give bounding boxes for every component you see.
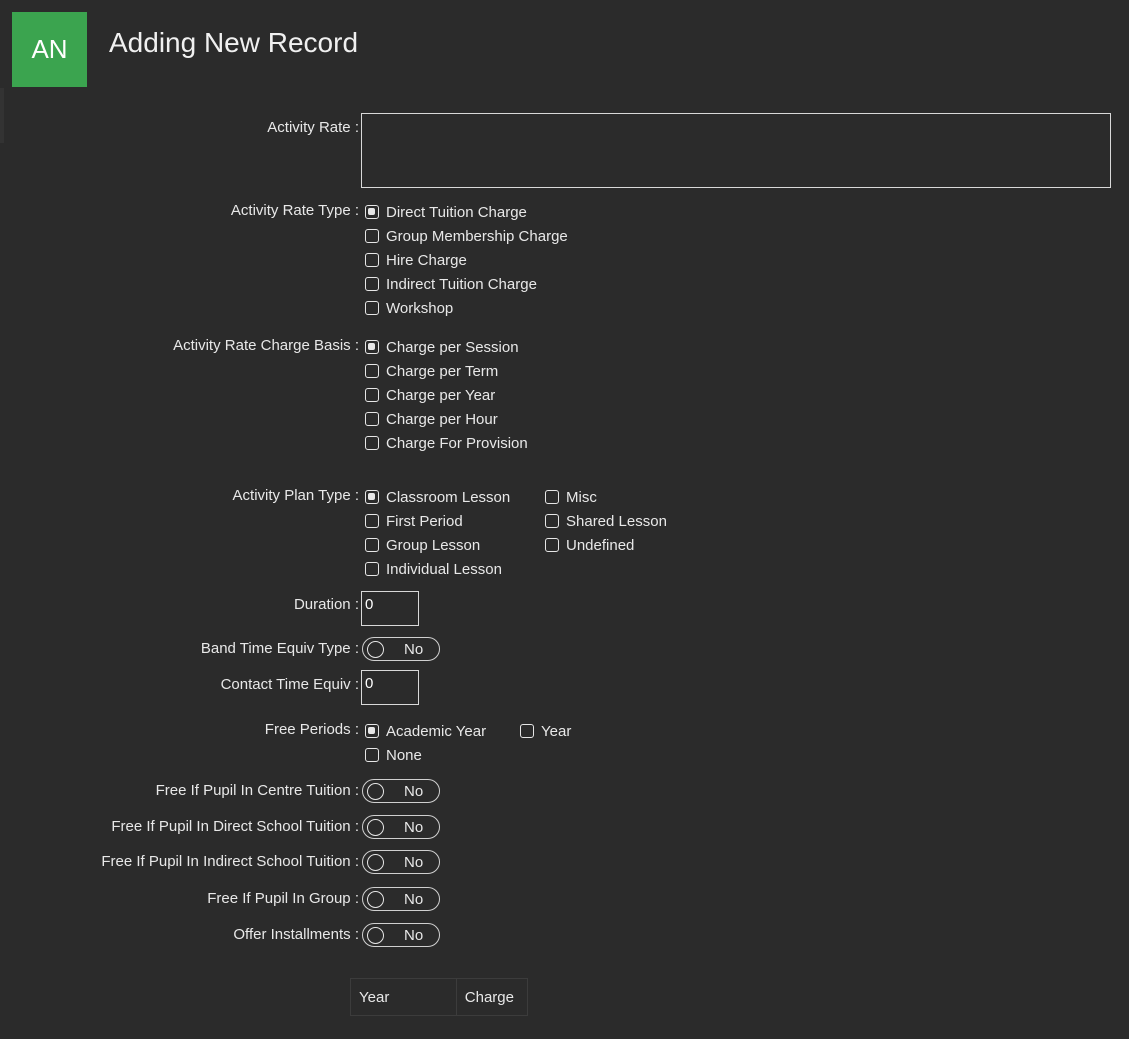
checkbox-icon bbox=[365, 748, 379, 762]
installments-toggle[interactable]: No bbox=[362, 923, 440, 947]
installments-label: Offer Installments : bbox=[233, 926, 359, 943]
checkbox-icon bbox=[365, 205, 379, 219]
toggle-knob-icon bbox=[367, 640, 384, 658]
plan-type-label: Activity Plan Type : bbox=[232, 487, 359, 504]
checkbox-icon bbox=[545, 514, 559, 528]
duration-input[interactable]: 0 bbox=[361, 591, 419, 626]
toggle-knob-icon bbox=[367, 853, 384, 871]
avatar: AN bbox=[12, 12, 87, 87]
charge-basis-label: Activity Rate Charge Basis : bbox=[173, 337, 359, 354]
charge-basis-option[interactable]: Charge For Provision bbox=[365, 432, 528, 454]
toggle-knob-icon bbox=[367, 782, 384, 800]
checkbox-icon bbox=[365, 253, 379, 267]
free-group-label: Free If Pupil In Group : bbox=[207, 890, 359, 907]
band-time-toggle[interactable]: No bbox=[362, 637, 440, 661]
free-periods-option[interactable]: Year bbox=[520, 720, 571, 742]
plan-type-option[interactable]: First Period bbox=[365, 510, 463, 532]
rate-type-label: Activity Rate Type : bbox=[230, 202, 359, 219]
installments-grid: Year Charge bbox=[350, 978, 528, 1016]
band-time-label: Band Time Equiv Type : bbox=[200, 640, 359, 657]
plan-type-option[interactable]: Group Lesson bbox=[365, 534, 480, 556]
checkbox-icon bbox=[365, 340, 379, 354]
checkbox-icon bbox=[365, 388, 379, 402]
free-centre-label: Free If Pupil In Centre Tuition : bbox=[155, 782, 359, 799]
free-group-toggle[interactable]: No bbox=[362, 887, 440, 911]
free-periods-label: Free Periods : bbox=[264, 721, 359, 738]
checkbox-icon bbox=[365, 436, 379, 450]
contact-time-input[interactable]: 0 bbox=[361, 670, 419, 705]
plan-type-option[interactable]: Shared Lesson bbox=[545, 510, 667, 532]
checkbox-icon bbox=[365, 724, 379, 738]
checkbox-icon bbox=[365, 514, 379, 528]
free-direct-label: Free If Pupil In Direct School Tuition : bbox=[111, 818, 359, 835]
toggle-knob-icon bbox=[367, 890, 384, 908]
checkbox-icon bbox=[545, 490, 559, 504]
checkbox-icon bbox=[365, 301, 379, 315]
plan-type-option[interactable]: Classroom Lesson bbox=[365, 486, 510, 508]
free-direct-toggle[interactable]: No bbox=[362, 815, 440, 839]
checkbox-icon bbox=[365, 277, 379, 291]
checkbox-icon bbox=[365, 229, 379, 243]
grid-header-year[interactable]: Year bbox=[351, 979, 457, 1015]
checkbox-icon bbox=[520, 724, 534, 738]
checkbox-icon bbox=[365, 490, 379, 504]
sidebar-edge bbox=[0, 88, 4, 143]
charge-basis-option[interactable]: Charge per Hour bbox=[365, 408, 498, 430]
rate-type-option[interactable]: Workshop bbox=[365, 297, 453, 319]
rate-type-option[interactable]: Group Membership Charge bbox=[365, 225, 568, 247]
checkbox-icon bbox=[545, 538, 559, 552]
free-indirect-label: Free If Pupil In Indirect School Tuition… bbox=[101, 853, 359, 870]
contact-time-label: Contact Time Equiv : bbox=[220, 676, 359, 693]
page-title: Adding New Record bbox=[109, 27, 359, 58]
checkbox-icon bbox=[365, 364, 379, 378]
charge-basis-option[interactable]: Charge per Year bbox=[365, 384, 495, 406]
checkbox-icon bbox=[365, 562, 379, 576]
rate-type-option[interactable]: Hire Charge bbox=[365, 249, 467, 271]
rate-type-option[interactable]: Direct Tuition Charge bbox=[365, 201, 527, 223]
charge-basis-option[interactable]: Charge per Term bbox=[365, 360, 498, 382]
activity-rate-input[interactable] bbox=[361, 113, 1111, 188]
plan-type-option[interactable]: Individual Lesson bbox=[365, 558, 502, 580]
rate-type-option[interactable]: Indirect Tuition Charge bbox=[365, 273, 537, 295]
grid-header-charge[interactable]: Charge bbox=[457, 979, 527, 1015]
checkbox-icon bbox=[365, 538, 379, 552]
free-centre-toggle[interactable]: No bbox=[362, 779, 440, 803]
toggle-knob-icon bbox=[367, 818, 384, 836]
plan-type-option[interactable]: Misc bbox=[545, 486, 597, 508]
activity-rate-label: Activity Rate : bbox=[267, 119, 359, 136]
toggle-knob-icon bbox=[367, 926, 384, 944]
checkbox-icon bbox=[365, 412, 379, 426]
free-periods-option[interactable]: Academic Year bbox=[365, 720, 486, 742]
charge-basis-option[interactable]: Charge per Session bbox=[365, 336, 519, 358]
plan-type-option[interactable]: Undefined bbox=[545, 534, 634, 556]
free-periods-option[interactable]: None bbox=[365, 744, 422, 766]
free-indirect-toggle[interactable]: No bbox=[362, 850, 440, 874]
duration-label: Duration : bbox=[293, 596, 359, 613]
